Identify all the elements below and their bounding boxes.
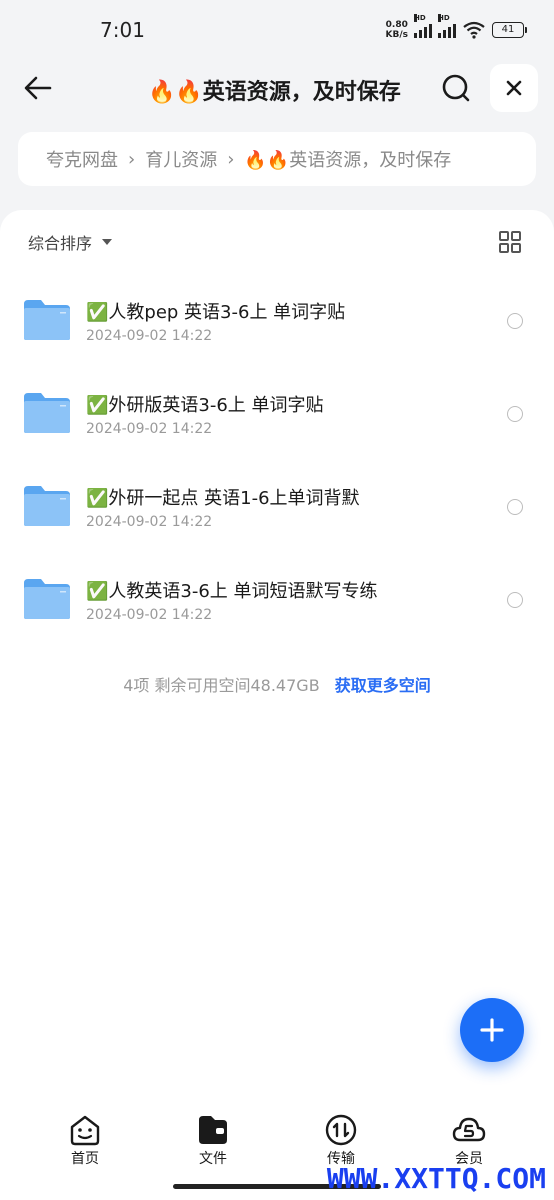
caret-down-icon xyxy=(102,239,113,245)
file-name: ✅人教pep 英语3-6上 单词字贴 xyxy=(86,302,346,323)
nav-label-files: 文件 xyxy=(199,1151,227,1167)
nav-item-home[interactable]: 首页 xyxy=(53,1114,117,1168)
network-speed: 0.80 KB/s xyxy=(385,20,408,40)
folder-wallet-icon xyxy=(199,1116,227,1144)
breadcrumb-separator: › xyxy=(227,148,235,170)
nav-item-transfer[interactable]: 传输 xyxy=(309,1114,373,1168)
file-date: 2024-09-02 14:22 xyxy=(86,328,213,344)
breadcrumb: 夸克网盘 › 育儿资源 › 🔥🔥英语资源，及时保存 xyxy=(18,132,536,186)
folder-icon xyxy=(24,486,70,526)
file-name: ✅外研版英语3-6上 单词字贴 xyxy=(86,395,324,416)
grid-view-icon xyxy=(499,231,521,253)
nav-item-files[interactable]: 文件 xyxy=(181,1114,245,1168)
status-bar: 7:01 0.80 KB/s HD HD 41 xyxy=(0,0,554,60)
file-name: ✅外研一起点 英语1-6上单词背默 xyxy=(86,488,360,509)
file-name: ✅人教英语3-6上 单词短语默写专练 xyxy=(86,581,378,602)
add-button[interactable] xyxy=(460,998,524,1062)
search-button[interactable] xyxy=(438,70,474,106)
status-indicators: 0.80 KB/s HD HD 41 xyxy=(385,14,527,42)
home-face-icon xyxy=(70,1115,100,1146)
sort-label: 综合排序 xyxy=(28,234,93,253)
transfer-icon xyxy=(325,1114,357,1146)
file-date: 2024-09-02 14:22 xyxy=(86,607,213,623)
get-more-space-link[interactable]: 获取更多空间 xyxy=(335,676,431,695)
breadcrumb-item-current: 🔥🔥英语资源，及时保存 xyxy=(244,150,452,171)
back-button[interactable] xyxy=(20,70,56,106)
file-row[interactable]: ✅人教英语3-6上 单词短语默写专练 2024-09-02 14:22 xyxy=(0,559,554,652)
plus-icon xyxy=(480,1018,504,1042)
storage-summary: 4项 剩余可用空间48.47GB 获取更多空间 xyxy=(0,672,554,696)
file-list: ✅人教pep 英语3-6上 单词字贴 2024-09-02 14:22 ✅外研版… xyxy=(0,280,554,652)
top-bar: 🔥🔥英语资源，及时保存 xyxy=(0,62,554,116)
select-checkbox[interactable] xyxy=(507,406,523,422)
search-icon xyxy=(442,74,470,102)
nav-item-vip[interactable]: 会员 xyxy=(437,1114,501,1168)
nav-label-home: 首页 xyxy=(71,1151,99,1167)
signal-icon-2: HD xyxy=(438,14,456,38)
breadcrumb-separator: › xyxy=(128,148,136,170)
file-date: 2024-09-02 14:22 xyxy=(86,421,213,437)
page-title: 🔥🔥英语资源，及时保存 xyxy=(148,80,401,105)
file-row[interactable]: ✅人教pep 英语3-6上 单词字贴 2024-09-02 14:22 xyxy=(0,280,554,373)
grid-view-button[interactable] xyxy=(498,230,522,254)
select-checkbox[interactable] xyxy=(507,313,523,329)
back-arrow-icon xyxy=(24,76,52,100)
file-panel: 综合排序 ✅人教pep 英语3-6上 单词字贴 2024-09-02 14:22 xyxy=(0,210,554,1100)
close-button[interactable] xyxy=(490,64,538,112)
file-date: 2024-09-02 14:22 xyxy=(86,514,213,530)
battery-icon: 41 xyxy=(492,22,527,38)
watermark-text: WWW.XXTTQ.COM xyxy=(326,1162,546,1195)
vip-cloud-icon xyxy=(452,1117,486,1142)
sort-dropdown[interactable]: 综合排序 xyxy=(28,230,113,254)
signal-icon: HD xyxy=(414,14,432,38)
folder-icon xyxy=(24,393,70,433)
breadcrumb-item-parent[interactable]: 育儿资源 xyxy=(145,146,217,172)
folder-icon xyxy=(24,579,70,619)
close-icon xyxy=(506,80,522,96)
wifi-icon xyxy=(463,21,485,39)
folder-icon xyxy=(24,300,70,340)
file-row[interactable]: ✅外研版英语3-6上 单词字贴 2024-09-02 14:22 xyxy=(0,373,554,466)
select-checkbox[interactable] xyxy=(507,592,523,608)
status-time: 7:01 xyxy=(100,18,145,42)
breadcrumb-item-root[interactable]: 夸克网盘 xyxy=(46,146,118,172)
storage-summary-text: 4项 剩余可用空间48.47GB xyxy=(123,676,320,695)
select-checkbox[interactable] xyxy=(507,499,523,515)
file-row[interactable]: ✅外研一起点 英语1-6上单词背默 2024-09-02 14:22 xyxy=(0,466,554,559)
